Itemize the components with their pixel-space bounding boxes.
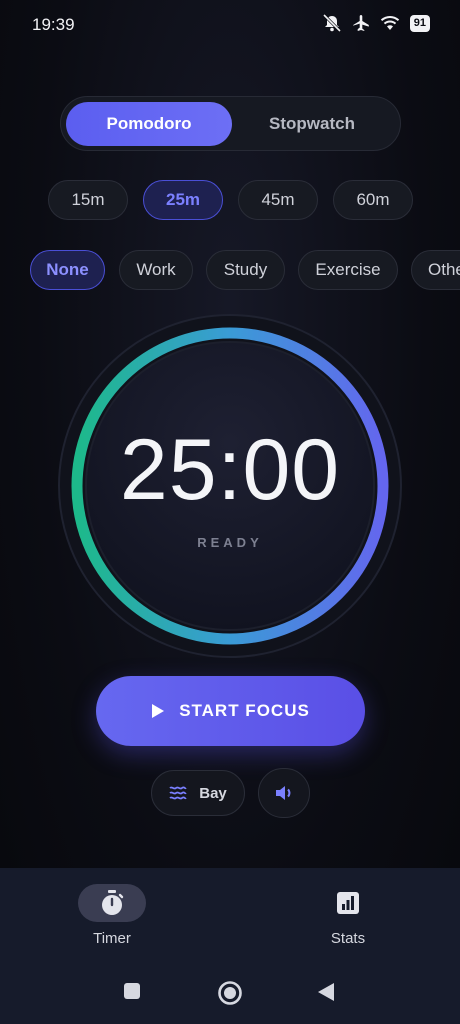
nav-timer-indicator — [78, 884, 146, 922]
timer-time: 25:00 — [119, 422, 341, 518]
chart-icon — [337, 892, 359, 914]
battery-indicator: 91 — [409, 14, 430, 32]
ambient-sound-button[interactable]: Bay — [151, 770, 245, 816]
back-button[interactable] — [317, 982, 335, 1007]
status-time: 19:39 — [32, 15, 75, 34]
home-circle-icon — [218, 981, 242, 1005]
mode-pomodoro-button[interactable]: Pomodoro — [66, 102, 232, 146]
tag-chip-none[interactable]: None — [30, 250, 105, 290]
start-focus-button[interactable]: START FOCUS — [96, 676, 365, 746]
nav-label-timer: Timer — [93, 930, 131, 947]
system-navigation-bar — [0, 976, 460, 1012]
status-icons: 91 — [322, 14, 430, 32]
status-bar: 19:39 91 — [0, 0, 460, 50]
speaker-icon — [276, 786, 291, 800]
nav-item-stats[interactable]: Stats — [288, 884, 408, 947]
tag-chip-exercise[interactable]: Exercise — [298, 250, 398, 290]
duration-chip-15m[interactable]: 15m — [48, 180, 128, 220]
nav-label-stats: Stats — [330, 930, 366, 947]
back-triangle-icon — [318, 983, 334, 1001]
timer-display: 25:00 READY — [57, 313, 403, 659]
airplane-icon — [352, 15, 369, 31]
square-icon — [124, 983, 140, 999]
volume-button[interactable] — [258, 768, 310, 818]
tag-chip-other[interactable]: Other — [411, 250, 460, 290]
duration-chip-25m[interactable]: 25m — [143, 180, 223, 220]
start-focus-label: START FOCUS — [179, 701, 310, 720]
mode-toggle: Pomodoro Stopwatch — [60, 96, 401, 151]
tag-chip-work[interactable]: Work — [119, 250, 193, 290]
play-icon — [152, 704, 165, 718]
nav-stats-indicator — [314, 884, 382, 922]
mute-icon — [322, 14, 341, 32]
tag-chips-row: None Work Study Exercise Other — [0, 249, 460, 291]
bottom-navigation: Timer Stats — [0, 868, 460, 1024]
mode-stopwatch-button[interactable]: Stopwatch — [229, 102, 395, 146]
nav-item-timer[interactable]: Timer — [52, 884, 172, 947]
wifi-icon — [380, 16, 399, 30]
ambient-sound-label: Bay — [199, 784, 227, 802]
home-button[interactable] — [217, 980, 243, 1011]
tag-chip-study[interactable]: Study — [206, 250, 285, 290]
duration-chip-60m[interactable]: 60m — [333, 180, 413, 220]
stopwatch-icon — [102, 890, 124, 915]
duration-chip-45m[interactable]: 45m — [238, 180, 318, 220]
timer-status: READY — [197, 535, 263, 550]
recent-apps-button[interactable] — [123, 982, 141, 1005]
waves-icon — [169, 786, 187, 800]
